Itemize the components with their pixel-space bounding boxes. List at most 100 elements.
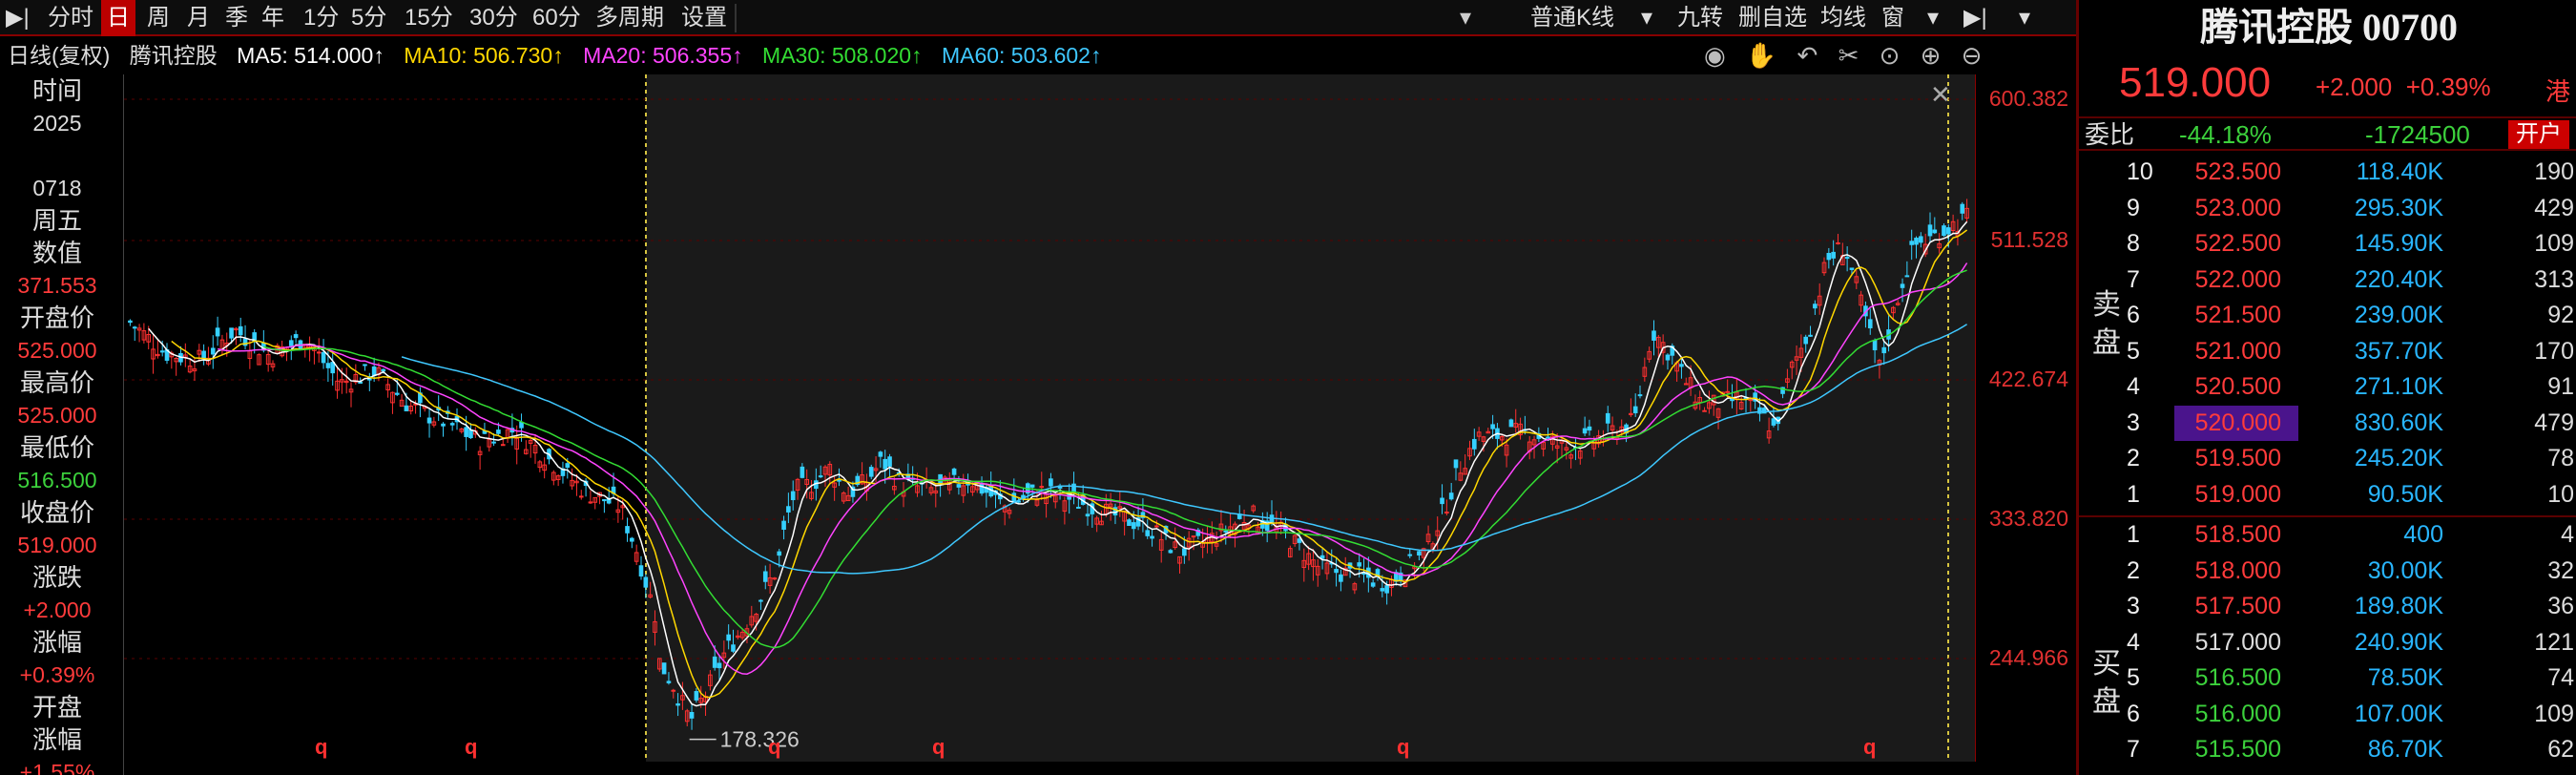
tab-30min[interactable]: 30分 bbox=[469, 0, 518, 36]
candle-body bbox=[1440, 497, 1444, 505]
tab-15min[interactable]: 15分 bbox=[405, 0, 453, 36]
ma20-value: MA20: 506.355↑ bbox=[583, 43, 743, 68]
bid-row[interactable]: 4 517.000 240.90K 121 bbox=[2079, 625, 2576, 660]
chevron-down-icon[interactable]: ▾ bbox=[1460, 0, 1471, 36]
crosshair-icon[interactable]: ⊙ bbox=[1880, 41, 1901, 70]
candle-body bbox=[887, 456, 892, 467]
undo-icon[interactable]: ↶ bbox=[1797, 41, 1818, 70]
bid-level: 7 bbox=[2127, 736, 2140, 763]
sidebar-toggle-icon[interactable]: ▶| bbox=[6, 0, 30, 36]
tab-daily[interactable]: 日 bbox=[101, 0, 135, 36]
eye-icon[interactable]: ◉ bbox=[1704, 41, 1726, 70]
ask-row[interactable]: 10 523.500 118.40K 190 bbox=[2079, 155, 2576, 190]
info-label-10: 开盘 bbox=[31, 693, 82, 722]
tab-5min[interactable]: 5分 bbox=[351, 0, 386, 36]
bid-price: 517.500 bbox=[2194, 593, 2281, 619]
candle-body bbox=[1049, 478, 1053, 487]
period-label: 日线(复权) bbox=[8, 43, 111, 68]
candle-body bbox=[1725, 390, 1730, 393]
ask-price: 520.000 bbox=[2194, 408, 2281, 436]
candle-body bbox=[565, 463, 571, 469]
info-label-9: 涨幅 bbox=[31, 628, 82, 657]
ask-count: 170 bbox=[2534, 337, 2574, 365]
candle-body bbox=[772, 577, 778, 580]
tab-intraday[interactable]: 分时 bbox=[48, 0, 93, 36]
ask-row[interactable]: 8 522.500 145.90K 109 bbox=[2079, 226, 2576, 262]
candle-body bbox=[956, 484, 962, 488]
info-value-5: 525.000 bbox=[17, 403, 97, 428]
candle-body bbox=[758, 599, 763, 602]
candle-body bbox=[1605, 412, 1610, 424]
candle-body bbox=[868, 467, 874, 477]
info-value-7: 519.000 bbox=[17, 533, 97, 557]
ask-row[interactable]: 9 523.000 295.30K 429 bbox=[2079, 191, 2576, 226]
info-value-0: 2025 bbox=[32, 111, 82, 136]
ratio-label: 委比 bbox=[2085, 120, 2135, 149]
open-account-button[interactable]: 开户 bbox=[2508, 120, 2569, 149]
candle-body bbox=[671, 689, 676, 692]
ask-level: 2 bbox=[2127, 445, 2140, 471]
bid-row[interactable]: 6 516.000 107.00K 109 bbox=[2079, 697, 2576, 732]
nine-turn-button[interactable]: 九转 bbox=[1677, 0, 1723, 36]
tab-1min[interactable]: 1分 bbox=[303, 0, 339, 36]
zoom-out-icon[interactable]: ⊖ bbox=[1962, 41, 1983, 70]
candle-body bbox=[1490, 424, 1495, 429]
candle-body bbox=[330, 362, 336, 374]
ask-volume: 220.40K bbox=[2354, 265, 2443, 293]
ask-row[interactable]: 5 521.000 357.70K 170 bbox=[2079, 334, 2576, 369]
bid-row[interactable]: 1 518.500 400 4 bbox=[2079, 517, 2576, 553]
hand-icon[interactable]: ✋ bbox=[1746, 41, 1776, 70]
scissors-icon[interactable]: ✂ bbox=[1839, 41, 1859, 70]
ratio-pct: -44.18% bbox=[2179, 120, 2272, 149]
multi-period-button[interactable]: 多周期 bbox=[595, 0, 664, 36]
bid-row[interactable]: 5 516.500 78.50K 74 bbox=[2079, 660, 2576, 696]
candle-body bbox=[712, 656, 717, 668]
zoom-in-icon[interactable]: ⊕ bbox=[1921, 41, 1942, 70]
remove-watchlist-button[interactable]: 删自选 bbox=[1738, 0, 1807, 36]
candle-body bbox=[1168, 550, 1174, 554]
tab-60min[interactable]: 60分 bbox=[532, 0, 581, 36]
ask-level: 9 bbox=[2127, 194, 2140, 221]
dropdown-icon[interactable]: ▾ bbox=[1927, 0, 1939, 36]
ask-row[interactable]: 1 519.000 90.50K 10 bbox=[2079, 477, 2576, 513]
candlestick-chart[interactable]: 178.326 ✕ q q q q q q bbox=[124, 74, 1975, 762]
moving-average-button[interactable]: 均线 bbox=[1820, 0, 1866, 36]
ask-row[interactable]: 6 521.500 239.00K 92 bbox=[2079, 298, 2576, 333]
tab-quarterly[interactable]: 季 bbox=[225, 0, 248, 36]
close-range-icon[interactable]: ✕ bbox=[1930, 81, 1951, 110]
collapse-panel-icon[interactable]: ▶| bbox=[1963, 0, 1987, 36]
ask-count: 429 bbox=[2534, 194, 2574, 221]
candle-body bbox=[1652, 330, 1656, 341]
tab-weekly[interactable]: 周 bbox=[147, 0, 170, 36]
candle-body bbox=[1914, 238, 1919, 245]
ask-row[interactable]: 7 522.000 220.40K 313 bbox=[2079, 262, 2576, 298]
candle-body bbox=[1071, 483, 1076, 493]
bid-price: 515.500 bbox=[2194, 736, 2281, 763]
kline-type-dropdown-icon[interactable]: ▾ bbox=[1641, 0, 1652, 36]
bid-row[interactable]: 7 515.500 86.70K 62 bbox=[2079, 732, 2576, 767]
ask-row[interactable]: 3 520.000 830.60K 479 bbox=[2079, 405, 2576, 441]
info-label-0: 时间 bbox=[31, 76, 82, 105]
window-button[interactable]: 窗 bbox=[1881, 0, 1904, 36]
tab-monthly[interactable]: 月 bbox=[187, 0, 210, 36]
settings-button[interactable]: 设置 bbox=[681, 0, 727, 36]
tab-yearly[interactable]: 年 bbox=[261, 0, 284, 36]
candle-body bbox=[316, 351, 322, 354]
info-value-6: 516.500 bbox=[17, 468, 97, 492]
bid-row[interactable]: 2 518.000 30.00K 32 bbox=[2079, 554, 2576, 589]
kline-type-select[interactable]: 普通K线 bbox=[1530, 0, 1614, 36]
ma60-value: MA60: 503.602↑ bbox=[941, 43, 1102, 68]
candle-body bbox=[726, 634, 731, 641]
candle-body bbox=[786, 506, 791, 513]
candle-body bbox=[1127, 519, 1132, 527]
ask-level: 5 bbox=[2127, 337, 2140, 365]
stock-label: 腾讯控股 bbox=[129, 43, 218, 68]
ask-count: 109 bbox=[2534, 230, 2574, 257]
candle-body bbox=[358, 381, 363, 384]
ask-row[interactable]: 4 520.500 271.10K 91 bbox=[2079, 369, 2576, 405]
more-dropdown-icon[interactable]: ▾ bbox=[2019, 0, 2030, 36]
bid-row[interactable]: 3 517.500 189.80K 36 bbox=[2079, 589, 2576, 624]
candle-body bbox=[777, 551, 782, 556]
candle-body bbox=[1637, 394, 1643, 397]
ask-row[interactable]: 2 519.500 245.20K 78 bbox=[2079, 441, 2576, 476]
